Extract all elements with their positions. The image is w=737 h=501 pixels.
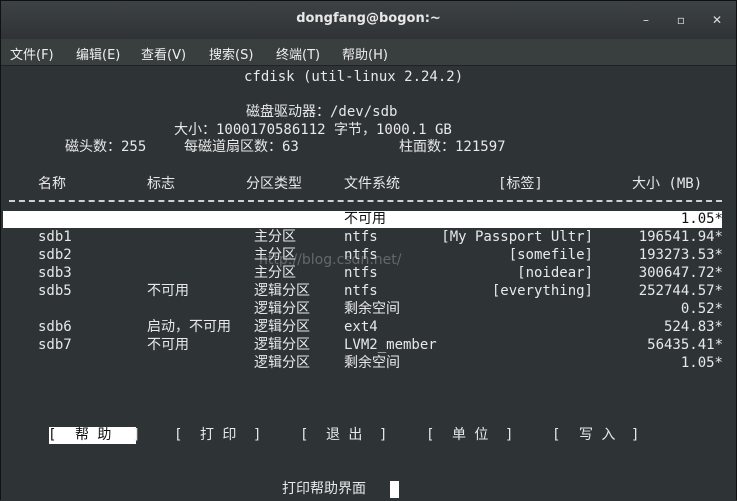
row-8-size: 1.05*: [680, 355, 723, 371]
text-cursor: [390, 481, 399, 498]
status-line: 打印帮助界面: [282, 481, 366, 497]
minimize-icon[interactable]: –: [639, 13, 653, 27]
row-3-size: 300647.72*: [638, 265, 723, 281]
row-3-label: [noidear]: [517, 265, 593, 281]
row-3-name: sdb3: [38, 265, 72, 281]
row-4-part-type: 逻辑分区: [254, 283, 310, 299]
row-0-size: 1.05*: [680, 211, 723, 227]
row-2-size: 193273.53*: [638, 247, 723, 263]
row-2-label: [somefile]: [508, 247, 593, 263]
row-8-part-type: 逻辑分区: [254, 355, 310, 371]
row-7-flags: 不可用: [147, 337, 189, 353]
row-7-part-type: 逻辑分区: [254, 337, 310, 353]
menu-edit[interactable]: 编辑(E): [76, 44, 120, 63]
col-label: [标签]: [498, 176, 543, 192]
row-0-fs-type: 不可用: [344, 211, 386, 227]
row-1-fs-type: ntfs: [344, 229, 378, 245]
menu-search[interactable]: 搜索(S): [209, 44, 253, 63]
row-4-fs-type: ntfs: [344, 283, 378, 299]
help-button[interactable]: 帮 助: [75, 426, 111, 444]
menu-view[interactable]: 查看(V): [141, 44, 186, 63]
col-name: 名称: [38, 176, 66, 192]
row-1-label: [My Passport Ultr]: [441, 229, 593, 245]
row-4-label: [everything]: [491, 283, 593, 299]
col-size: 大小 (MB): [632, 176, 703, 192]
row-4-size: 252744.57*: [638, 283, 723, 299]
row-4-name: sdb5: [38, 283, 72, 299]
row-6-fs-type: ext4: [344, 319, 378, 335]
col-flags: 标志: [147, 176, 175, 192]
title-bar: dongfang@bogon:~ – ▫ ✕: [1, 1, 736, 39]
row-7-name: sdb7: [38, 337, 72, 353]
disk-size: 大小：1000170586112 字节，1000.1 GB: [174, 122, 452, 138]
row-6-part-type: 逻辑分区: [254, 319, 310, 335]
close-icon[interactable]: ✕: [710, 13, 724, 27]
write-button[interactable]: 写 入: [579, 426, 615, 444]
disk-sectors: 每磁道扇区数：63: [184, 139, 299, 155]
row-6-flags: 启动，不可用: [147, 319, 231, 335]
units-button[interactable]: 单 位: [452, 426, 488, 444]
row-5-size: 0.52*: [680, 301, 723, 317]
row-7-size: 56435.41*: [647, 337, 723, 353]
row-1-part-type: 主分区: [254, 229, 296, 245]
disk-heads: 磁头数：255: [65, 139, 147, 155]
menu-bar: 文件(F) 编辑(E) 查看(V) 搜索(S) 终端(T) 帮助(H): [1, 39, 736, 66]
app-title: cfdisk (util-linux 2.24.2): [244, 69, 464, 85]
terminal-scrollbar[interactable]: [726, 66, 734, 500]
watermark: http://blog.csdn.net/: [259, 252, 402, 268]
col-part-type: 分区类型: [246, 176, 302, 192]
row-7-fs-type: LVM2_member: [344, 337, 437, 353]
menu-file[interactable]: 文件(F): [10, 44, 54, 63]
window-title: dongfang@bogon:~: [296, 11, 441, 26]
row-6-size: 524.83*: [663, 319, 723, 335]
terminal-window: dongfang@bogon:~ – ▫ ✕ 文件(F) 编辑(E) 查看(V)…: [0, 0, 737, 501]
print-button[interactable]: 打 印: [200, 426, 236, 444]
col-fs-type: 文件系统: [344, 176, 400, 192]
row-2-name: sdb2: [38, 247, 72, 263]
disk-cylinders: 柱面数：121597: [399, 139, 506, 155]
row-5-part-type: 逻辑分区: [254, 301, 310, 317]
menu-help[interactable]: 帮助(H): [342, 44, 388, 63]
menu-terminal[interactable]: 终端(T): [276, 44, 320, 63]
terminal-screen[interactable]: cfdisk (util-linux 2.24.2) 磁盘驱动器：/dev/sd…: [1, 66, 736, 501]
row-1-size: 196541.94*: [638, 229, 723, 245]
row-8-fs-type: 剩余空间: [344, 355, 400, 371]
row-4-flags: 不可用: [147, 283, 189, 299]
quit-button[interactable]: 退 出: [326, 426, 362, 444]
row-6-name: sdb6: [38, 319, 72, 335]
row-5-fs-type: 剩余空间: [344, 301, 400, 317]
maximize-icon[interactable]: ▫: [674, 13, 688, 27]
header-divider: [9, 200, 722, 202]
row-1-name: sdb1: [38, 229, 72, 245]
disk-drive: 磁盘驱动器：/dev/sdb: [246, 104, 398, 120]
